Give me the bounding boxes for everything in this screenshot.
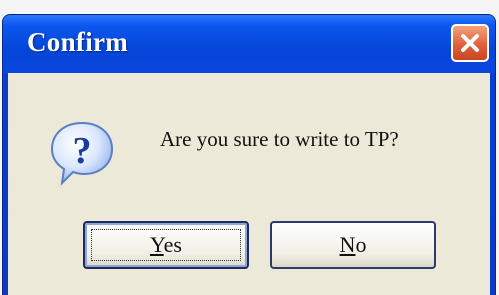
no-button-label: No [339,232,367,257]
question-icon: ? [50,121,114,186]
no-button[interactable]: No [270,221,436,269]
confirm-message: Are you sure to write to TP? [160,127,399,151]
yes-button[interactable]: Yes [83,221,249,269]
svg-text:?: ? [73,130,92,172]
page: Confirm ? Are you sure to write to TP? Y… [0,0,499,295]
close-button[interactable] [451,24,489,62]
close-icon [461,34,479,52]
title-bar[interactable]: Confirm [3,15,495,73]
confirm-dialog: Confirm ? Are you sure to write to TP? Y… [2,14,496,295]
dialog-title: Confirm [27,27,129,57]
focus-ring [91,229,241,261]
dialog-body: ? Are you sure to write to TP? Yes No [8,73,490,295]
